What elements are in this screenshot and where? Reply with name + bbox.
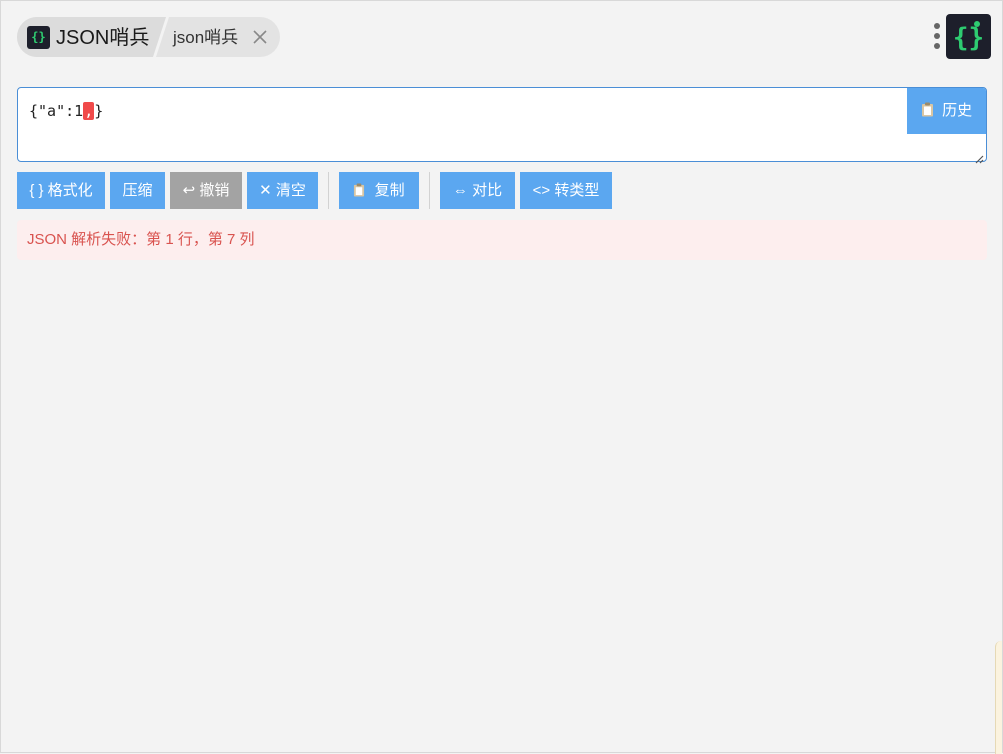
toolbar-divider bbox=[328, 172, 329, 209]
copy-button-label: 复制 bbox=[374, 182, 405, 199]
history-button-label: 历史 bbox=[942, 102, 973, 119]
undo-button[interactable]: ↩ 撤销 bbox=[170, 172, 242, 209]
app-logo-icon: {} bbox=[946, 14, 991, 59]
error-message: JSON 解析失败：第 1 行，第 7 列 bbox=[27, 231, 255, 248]
app-window: {} JSON哨兵 json哨兵 {} {"a":1,} 历史 {} 格式化 … bbox=[0, 0, 1003, 754]
close-icon[interactable] bbox=[251, 28, 269, 46]
tab-label-second[interactable]: json哨兵 bbox=[173, 27, 238, 49]
toolbar: { } 格式化 压缩 ↩ 撤销 ✕ 清空 复制 ⇔ 对比 <> 转类型 bbox=[17, 172, 987, 209]
header-bar: {} JSON哨兵 json哨兵 {} bbox=[1, 1, 1003, 73]
app-logo-icon: {} bbox=[27, 26, 50, 49]
error-char-highlight: , bbox=[83, 102, 95, 120]
convert-type-button[interactable]: <> 转类型 bbox=[520, 172, 612, 209]
background-window-edge bbox=[995, 641, 1002, 754]
json-text-after-error: } bbox=[94, 102, 104, 120]
toolbar-divider bbox=[429, 172, 430, 209]
json-input-editor[interactable]: {"a":1,} 历史 bbox=[17, 87, 987, 164]
format-button[interactable]: { } 格式化 bbox=[17, 172, 105, 209]
more-vertical-icon[interactable] bbox=[931, 21, 943, 51]
compare-button[interactable]: ⇔ 对比 bbox=[440, 172, 515, 209]
compress-button[interactable]: 压缩 bbox=[110, 172, 165, 209]
tab-label-main: JSON哨兵 bbox=[56, 27, 150, 49]
json-input-text[interactable]: {"a":1,} bbox=[29, 101, 103, 121]
resize-grip-icon[interactable] bbox=[974, 149, 984, 164]
clipboard-icon bbox=[921, 102, 942, 119]
clear-button[interactable]: ✕ 清空 bbox=[247, 172, 318, 209]
error-banner: JSON 解析失败：第 1 行，第 7 列 bbox=[17, 220, 987, 260]
copy-button[interactable]: 复制 bbox=[339, 172, 419, 209]
svg-text:{}: {} bbox=[953, 23, 984, 53]
clipboard-icon bbox=[353, 182, 374, 199]
history-button[interactable]: 历史 bbox=[907, 88, 986, 134]
json-text-before-error: {"a":1 bbox=[29, 102, 84, 120]
